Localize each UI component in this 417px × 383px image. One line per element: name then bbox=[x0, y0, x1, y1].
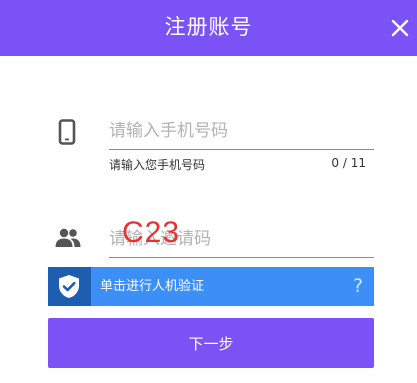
shield-check-icon bbox=[59, 275, 79, 298]
phone-hint-text: 请输入您手机号码 bbox=[109, 158, 206, 172]
invite-code-input[interactable] bbox=[109, 222, 374, 256]
captcha-verify-button[interactable]: 单击进行人机验证 ? bbox=[48, 267, 374, 306]
next-step-button[interactable]: 下一步 bbox=[48, 318, 374, 368]
captcha-label: 单击进行人机验证 bbox=[100, 279, 205, 294]
phone-char-counter: 0 / 11 bbox=[331, 156, 366, 170]
phone-number-input[interactable] bbox=[109, 114, 374, 148]
close-button[interactable] bbox=[385, 13, 415, 43]
invite-underline bbox=[109, 257, 374, 258]
page-title: 注册账号 bbox=[164, 15, 253, 39]
smartphone-icon bbox=[58, 119, 76, 145]
help-icon[interactable]: ? bbox=[348, 267, 368, 305]
people-icon bbox=[55, 228, 81, 247]
phone-underline bbox=[109, 149, 374, 150]
captcha-shield-box bbox=[48, 267, 91, 306]
header-bar: 注册账号 bbox=[0, 0, 417, 56]
close-icon[interactable] bbox=[385, 13, 415, 43]
